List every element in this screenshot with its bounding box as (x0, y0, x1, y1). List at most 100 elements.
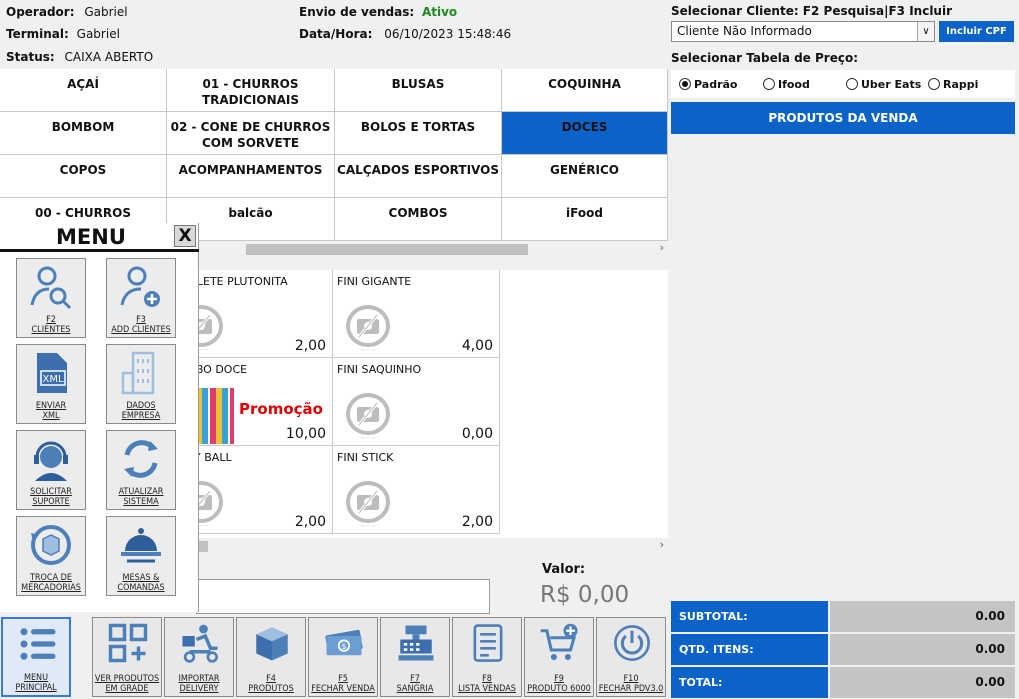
cliente-select-value: Cliente Não Informado (677, 24, 812, 38)
price-table-radio[interactable]: Padrão (679, 78, 737, 91)
no-image-icon: — — — (342, 480, 394, 528)
menu-item-line2: XML (42, 411, 60, 421)
menu-item-label: F2 CLIENTES (17, 315, 85, 335)
category-button[interactable]: COMBOS (335, 198, 502, 241)
menu-refresh-button[interactable]: ATUALIZAR SISTEMA (106, 430, 176, 510)
price-table-radio[interactable]: Rappi (928, 78, 978, 91)
category-grid: AÇAÍ 01 - CHURROS TRADICIONAIS BLUSAS COQUI… (0, 69, 668, 241)
menu-item-label: SOLICITAR SUPORTE (17, 487, 85, 507)
category-button[interactable]: GENÉRICO (502, 155, 668, 198)
incluir-cpf-button[interactable]: Incluir CPF (939, 21, 1014, 42)
menu-cloche-button[interactable]: MESAS & COMANDAS (106, 516, 176, 596)
svg-text:— — —: — — — (361, 347, 376, 352)
category-button[interactable]: COPOS (0, 155, 167, 198)
toolbar-label: F9 PRODUTO 6000 (525, 674, 593, 694)
menu-item-line2: SISTEMA (123, 497, 159, 507)
product-card[interactable]: — — — FINI STICK 2,00 (334, 446, 500, 534)
cliente-select[interactable]: Cliente Não Informado ∨ (671, 21, 935, 42)
menu-item-label: MESAS & COMANDAS (107, 573, 175, 593)
menu-headset-button[interactable]: SOLICITAR SUPORTE (16, 430, 86, 510)
menu-item-line2: CLIENTES (31, 325, 71, 335)
toolbar-label: F5 FECHAR VENDA (309, 674, 377, 694)
product-name: FINI SAQUINHO (337, 363, 422, 376)
menu-item-line1: ATUALIZAR (118, 487, 164, 497)
toolbar-money-button[interactable]: $ F5 FECHAR VENDA (308, 617, 378, 697)
produtos-venda-header: PRODUTOS DA VENDA (671, 102, 1015, 134)
menu-user-add-button[interactable]: F3 ADD CLIENTES (106, 258, 176, 338)
product-price: 4,00 (461, 338, 493, 354)
product-card[interactable]: — — — FINI GIGANTE 4,00 (334, 270, 500, 358)
toolbar-label: F7 SANGRIA (381, 674, 449, 694)
category-button[interactable]: 02 - CONE DE CHURROS COM SORVETE (167, 112, 335, 155)
terminal-value: Gabriel (76, 27, 120, 41)
toolbar-delivery-scooter-button[interactable]: IMPORTAR DELIVERY (164, 617, 234, 697)
product-card[interactable]: — — — FINI SAQUINHO 0,00 (334, 358, 500, 446)
toolbar-label-line2: FECHAR PDV3.0 (598, 684, 664, 694)
toolbar-cash-register-button[interactable]: F7 SANGRIA (380, 617, 450, 697)
scrollbar-thumb[interactable] (246, 244, 528, 255)
valor-label: Valor: (542, 562, 586, 577)
category-button[interactable]: CALÇADOS ESPORTIVOS (335, 155, 502, 198)
category-button[interactable]: BOLOS E TORTAS (335, 112, 502, 155)
cliente-label: Selecionar Cliente: F2 Pesquisa|F3 Inclu… (671, 4, 953, 18)
toolbar-label-line2: PRINCIPAL (15, 683, 57, 693)
product-price: 0,00 (461, 426, 493, 442)
toolbar-document-list-button[interactable]: F8 LISTA VENDAS (452, 617, 522, 697)
no-image-icon: — — — (342, 304, 394, 352)
toolbar-label-line1: F7 (410, 674, 420, 684)
status-header: Operador: Gabriel Terminal: Gabriel Stat… (0, 0, 668, 68)
menu-box-exchange-button[interactable]: TROCA DE MERCADORIAS (16, 516, 86, 596)
category-button[interactable]: BLUSAS (335, 69, 502, 112)
chevron-down-icon[interactable]: ∨ (917, 22, 934, 41)
menu-xml-file-button[interactable]: XML ENVIAR XML (16, 344, 86, 424)
menu-item-label: DADOS EMPRESA (107, 401, 175, 421)
total-label: TOTAL: (671, 667, 828, 698)
terminal-label: Terminal: (6, 27, 69, 41)
price-table-radio[interactable]: Uber Eats (846, 78, 921, 91)
tabela-label: Selecionar Tabela de Preço: (671, 51, 859, 65)
category-button[interactable]: ACOMPANHAMENTOS (167, 155, 335, 198)
category-button[interactable]: COQUINHA (502, 69, 668, 112)
toolbar-label: MENU PRINCIPAL (3, 673, 69, 693)
menu-close-button[interactable]: X (174, 225, 196, 247)
toolbar-menu-list-button[interactable]: MENU PRINCIPAL (1, 617, 71, 697)
radio-circle-icon[interactable] (928, 78, 940, 90)
qtd-itens-row: QTD. ITENS: 0.00 (671, 634, 1015, 665)
subtotal-label: SUBTOTAL: (671, 601, 828, 632)
toolbar-grid-plus-button[interactable]: VER PRODUTOS EM GRADE (92, 617, 162, 697)
toolbar-power-button[interactable]: F10 FECHAR PDV3.0 (596, 617, 666, 697)
subtotal-value: 0.00 (830, 601, 1015, 632)
category-button[interactable]: DOCES (502, 112, 668, 155)
scroll-right-icon[interactable]: › (660, 241, 664, 254)
menu-user-search-button[interactable]: F2 CLIENTES (16, 258, 86, 338)
radio-circle-icon[interactable] (763, 78, 775, 90)
radio-circle-icon[interactable] (679, 78, 691, 90)
toolbar-label: F8 LISTA VENDAS (453, 674, 521, 694)
toolbar-label-line1: F9 (554, 674, 564, 684)
product-name: FINI GIGANTE (337, 275, 412, 288)
product-price: 2,00 (294, 514, 326, 530)
radio-label: Ifood (778, 78, 810, 91)
menu-building-button[interactable]: DADOS EMPRESA (106, 344, 176, 424)
toolbar-box-button[interactable]: F4 PRODUTOS (236, 617, 306, 697)
category-button[interactable]: BOMBOM (0, 112, 167, 155)
observation-input[interactable] (196, 579, 490, 614)
menu-item-label: ENVIAR XML (17, 401, 85, 421)
toolbar-cart-add-button[interactable]: F9 PRODUTO 6000 (524, 617, 594, 697)
category-button[interactable]: iFood (502, 198, 668, 241)
menu-item-line2: MERCADORIAS (21, 583, 81, 593)
category-button[interactable]: 01 - CHURROS TRADICIONAIS (167, 69, 335, 112)
menu-item-line1: MESAS & (122, 573, 160, 583)
envio-label: Envio de vendas: (299, 5, 415, 19)
qtd-itens-label: QTD. ITENS: (671, 634, 828, 665)
scroll-right-icon[interactable]: › (660, 538, 664, 551)
radio-label: Padrão (694, 78, 738, 91)
toolbar-label: IMPORTAR DELIVERY (165, 674, 233, 694)
svg-text:— — —: — — — (361, 435, 376, 440)
toolbar-label-line1: MENU (23, 673, 49, 683)
toolbar-label: F10 FECHAR PDV3.0 (597, 674, 665, 694)
radio-circle-icon[interactable] (846, 78, 858, 90)
price-table-radio[interactable]: Ifood (763, 78, 810, 91)
category-button[interactable]: AÇAÍ (0, 69, 167, 112)
menu-title: MENU (56, 225, 126, 249)
